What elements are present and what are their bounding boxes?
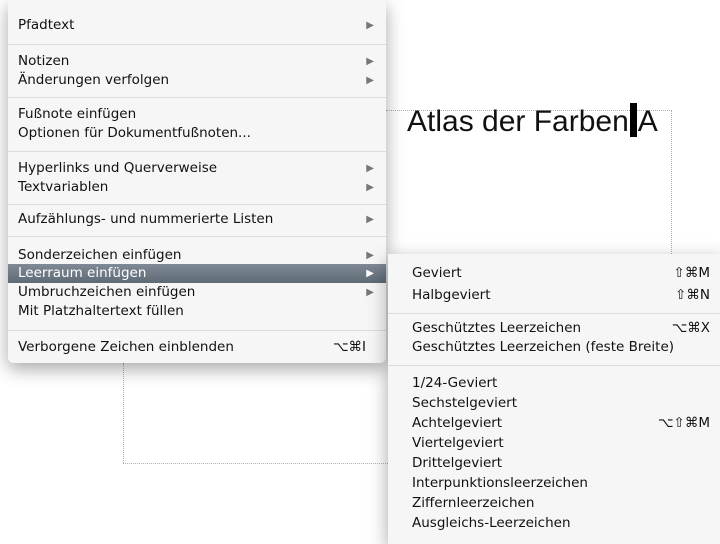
menu-item-label: Pfadtext: [18, 17, 75, 33]
menu-item-aenderungen-verfolgen[interactable]: Änderungen verfolgen ▶: [8, 71, 386, 90]
menu-item-aufzaehlungs-listen[interactable]: Aufzählungs- und nummerierte Listen ▶: [8, 210, 386, 229]
menu-item-label: Ziffernleerzeichen: [412, 495, 535, 511]
menu-item-shortcut: ⌥⇧⌘M: [657, 415, 710, 431]
menu-item-label: Achtelgeviert: [412, 415, 503, 431]
menu-item-shortcut: ⇧⌘N: [675, 287, 710, 303]
menu-separator: [8, 204, 386, 205]
submenu-item-ziffernleerzeichen[interactable]: Ziffernleerzeichen: [388, 494, 720, 513]
menu-item-shortcut: ⌥⌘X: [671, 320, 710, 336]
menu-item-label: Textvariablen: [18, 179, 109, 195]
menu-item-verborgene-zeichen[interactable]: Verborgene Zeichen einblenden ⌥⌘I: [8, 338, 386, 357]
submenu-arrow-icon: ▶: [366, 214, 374, 225]
submenu-arrow-icon: ▶: [366, 250, 374, 261]
text-frame-left-guide: [123, 363, 124, 463]
submenu-item-achtelgeviert[interactable]: Achtelgeviert ⌥⇧⌘M: [388, 414, 720, 433]
submenu-arrow-icon: ▶: [366, 268, 374, 279]
submenu-arrow-icon: ▶: [366, 56, 374, 67]
document-text-frame[interactable]: Atlas der Farben A: [407, 102, 658, 142]
menu-item-fussnote-einfuegen[interactable]: Fußnote einfügen: [8, 105, 386, 124]
menu-item-label: Sonderzeichen einfügen: [18, 247, 182, 263]
menu-item-optionen-dokumentfussnoten[interactable]: Optionen für Dokumentfußnoten...: [8, 124, 386, 143]
menu-item-label: Umbruchzeichen einfügen: [18, 284, 196, 300]
menu-item-pfadtext[interactable]: Pfadtext ▶: [8, 16, 386, 35]
context-menu: Pfadtext ▶ Notizen ▶ Änderungen verfolge…: [8, 0, 386, 363]
text-frame-right-guide: [671, 110, 672, 260]
document-text: Atlas der Farben: [407, 105, 629, 138]
menu-item-label: Geschütztes Leerzeichen: [412, 320, 582, 336]
menu-item-label: Drittelgeviert: [412, 455, 503, 471]
menu-separator: [388, 313, 720, 314]
menu-item-sonderzeichen-einfuegen[interactable]: Sonderzeichen einfügen ▶: [8, 246, 386, 265]
submenu-item-1-24-geviert[interactable]: 1/24-Geviert: [388, 374, 720, 393]
submenu-item-sechstelgeviert[interactable]: Sechstelgeviert: [388, 394, 720, 413]
menu-item-label: Aufzählungs- und nummerierte Listen: [18, 211, 274, 227]
menu-separator: [388, 365, 720, 366]
menu-item-label: Mit Platzhaltertext füllen: [18, 303, 184, 319]
submenu-item-geschuetztes-leerzeichen[interactable]: Geschütztes Leerzeichen ⌥⌘X: [388, 319, 720, 338]
menu-item-label: Halbgeviert: [412, 287, 491, 303]
text-caret: [629, 103, 637, 138]
submenu-item-ausgleichs-leerzeichen[interactable]: Ausgleichs-Leerzeichen: [388, 514, 720, 533]
menu-item-shortcut: ⇧⌘M: [673, 265, 710, 281]
submenu-arrow-icon: ▶: [366, 163, 374, 174]
menu-item-label: Verborgene Zeichen einblenden: [18, 339, 234, 355]
menu-item-label: Ausgleichs-Leerzeichen: [412, 515, 571, 531]
menu-item-label: Leerraum einfügen: [18, 265, 147, 281]
menu-item-label: Hyperlinks und Querverweise: [18, 160, 218, 176]
menu-item-label: Änderungen verfolgen: [18, 72, 170, 88]
menu-item-label: Fußnote einfügen: [18, 106, 137, 122]
menu-item-label: Notizen: [18, 53, 70, 69]
menu-item-label: Sechstelgeviert: [412, 395, 518, 411]
menu-item-leerraum-einfuegen[interactable]: Leerraum einfügen ▶: [8, 264, 386, 283]
submenu-item-halbgeviert[interactable]: Halbgeviert ⇧⌘N: [388, 286, 720, 305]
menu-separator: [8, 97, 386, 98]
submenu-item-geviert[interactable]: Geviert ⇧⌘M: [388, 264, 720, 283]
menu-item-label: Viertelgeviert: [412, 435, 504, 451]
text-frame-bottom-guide: [123, 463, 388, 464]
submenu-item-drittelgeviert[interactable]: Drittelgeviert: [388, 454, 720, 473]
document-text-trailing: A: [637, 105, 658, 138]
submenu-item-viertelgeviert[interactable]: Viertelgeviert: [388, 434, 720, 453]
menu-separator: [8, 330, 386, 331]
menu-item-platzhaltertext-fuellen[interactable]: Mit Platzhaltertext füllen: [8, 302, 386, 321]
submenu-item-geschuetztes-leerzeichen-feste-breite[interactable]: Geschütztes Leerzeichen (feste Breite): [388, 338, 720, 357]
submenu-arrow-icon: ▶: [366, 75, 374, 86]
menu-item-shortcut: ⌥⌘I: [332, 339, 366, 355]
menu-separator: [8, 236, 386, 237]
menu-separator: [8, 151, 386, 152]
leerraum-submenu: Geviert ⇧⌘M Halbgeviert ⇧⌘N Geschütztes …: [388, 254, 720, 544]
submenu-arrow-icon: ▶: [366, 182, 374, 193]
menu-item-textvariablen[interactable]: Textvariablen ▶: [8, 178, 386, 197]
menu-item-label: Interpunktionsleerzeichen: [412, 475, 588, 491]
menu-item-umbruchzeichen-einfuegen[interactable]: Umbruchzeichen einfügen ▶: [8, 283, 386, 302]
menu-separator: [8, 44, 386, 45]
submenu-item-interpunktionsleerzeichen[interactable]: Interpunktionsleerzeichen: [388, 474, 720, 493]
submenu-arrow-icon: ▶: [366, 287, 374, 298]
menu-item-label: 1/24-Geviert: [412, 375, 498, 391]
menu-item-notizen[interactable]: Notizen ▶: [8, 52, 386, 71]
menu-item-hyperlinks-querverweise[interactable]: Hyperlinks und Querverweise ▶: [8, 159, 386, 178]
menu-item-label: Optionen für Dokumentfußnoten...: [18, 125, 251, 141]
menu-item-label: Geschütztes Leerzeichen (feste Breite): [412, 339, 675, 355]
menu-item-label: Geviert: [412, 265, 462, 281]
submenu-arrow-icon: ▶: [366, 20, 374, 31]
